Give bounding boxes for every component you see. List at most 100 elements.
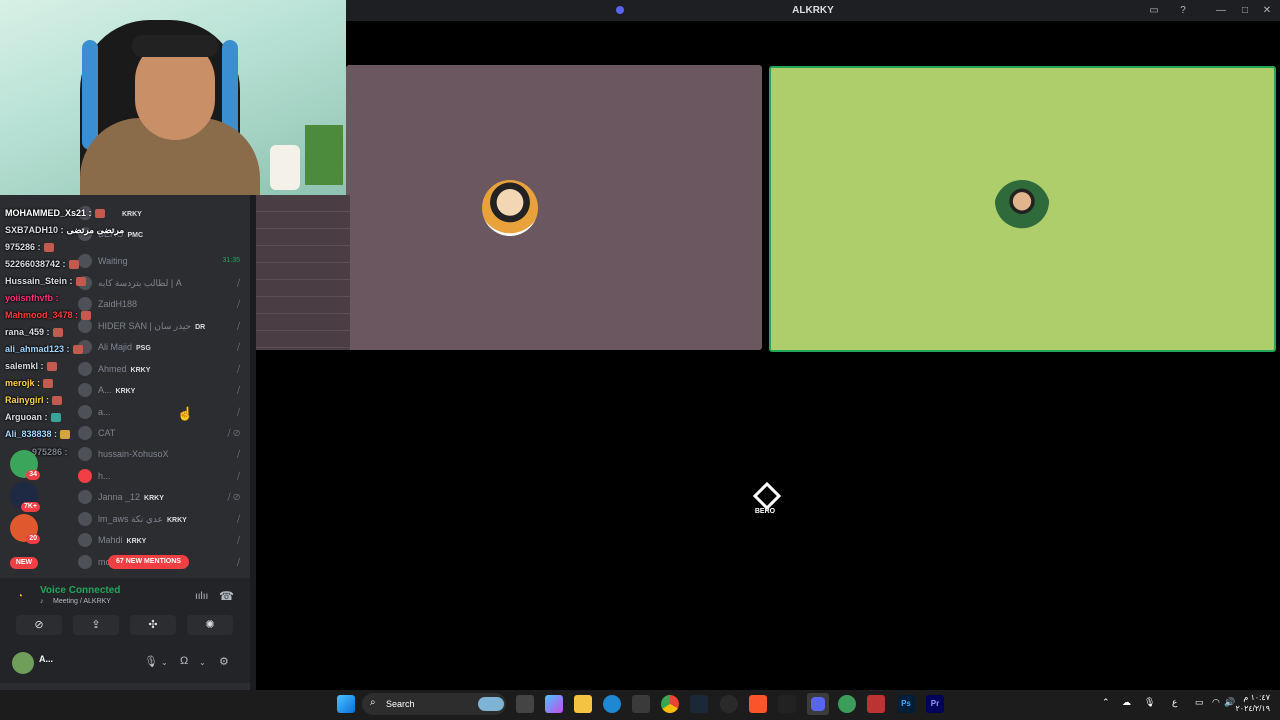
brave-icon[interactable] xyxy=(749,695,767,713)
chat-user: yoiisnfhvfb : xyxy=(5,293,59,303)
gear-icon[interactable]: ⚙ xyxy=(219,655,229,668)
input-language[interactable]: ع xyxy=(1172,697,1177,708)
chat-user: ali_ahmad123 : xyxy=(5,344,70,354)
emote-icon xyxy=(94,209,105,219)
shelf-box xyxy=(305,125,343,185)
clock-time[interactable]: ١٠:٤٧ م xyxy=(1238,693,1270,702)
file-explorer-icon[interactable] xyxy=(574,695,592,713)
chevron-down-icon[interactable]: ⌄ xyxy=(161,658,168,667)
connection-signal-icon[interactable]: ◔ xyxy=(17,591,23,602)
photoshop-icon[interactable]: Ps xyxy=(897,695,915,713)
user-avatar xyxy=(78,555,92,569)
wifi-icon[interactable]: ◠ xyxy=(1212,697,1220,708)
display-icon[interactable]: ▭ xyxy=(1195,697,1204,708)
member-name: lm_aws عدي نكة xyxy=(98,514,163,524)
unread-badge: 34 xyxy=(26,470,40,480)
member-name: h... xyxy=(98,471,111,481)
activities-button[interactable]: ✣ xyxy=(130,615,176,635)
deafened-icon: ⧸ xyxy=(236,449,240,459)
steam-icon[interactable] xyxy=(690,695,708,713)
member-name: ZaidH188 xyxy=(98,299,138,309)
settings-app-icon[interactable] xyxy=(720,695,738,713)
emote-icon xyxy=(81,311,92,321)
voice-member-row[interactable]: Ahmed KRKY ⧸ xyxy=(78,359,250,379)
member-badge: PSG xyxy=(136,345,151,352)
microphone-tray-icon[interactable]: 🎙 xyxy=(1144,697,1155,708)
chat-message: Mahmood_3478 : xyxy=(5,309,92,321)
user-name[interactable]: A... xyxy=(39,654,53,664)
x-app-icon[interactable] xyxy=(778,695,796,713)
start-icon[interactable] xyxy=(337,695,355,713)
screen-share-button[interactable]: ⇪ xyxy=(73,615,119,635)
voice-member-row[interactable]: A... KRKY ⧸ xyxy=(78,380,250,400)
chatgpt-icon[interactable] xyxy=(838,695,856,713)
camera-off-button[interactable]: ⊘ xyxy=(16,615,62,635)
server-icon[interactable]: 7K+ xyxy=(10,482,40,512)
user-avatar xyxy=(78,362,92,376)
chat-message: Arguoan : xyxy=(5,411,61,423)
emote-icon xyxy=(50,413,61,423)
disconnect-icon[interactable]: ☎ xyxy=(219,589,234,603)
chat-user: Hussain_Stein : xyxy=(5,276,73,286)
emote-icon xyxy=(43,243,54,253)
voice-member-row[interactable]: h... ⧸ xyxy=(78,466,250,486)
muted-deafened-icon: ⧸ ⊘ xyxy=(227,428,240,438)
mug xyxy=(270,145,300,190)
new-unreads-pill[interactable]: NEW xyxy=(10,557,38,569)
chat-message: Rainygirl : xyxy=(5,394,63,406)
user-avatar xyxy=(78,383,92,397)
close-button[interactable]: ✕ xyxy=(1254,0,1280,21)
headphones-icon[interactable]: Ω xyxy=(180,655,188,667)
chat-message: 52266038742 : xyxy=(5,258,79,270)
help-icon[interactable]: ? xyxy=(1170,0,1196,21)
store-icon[interactable] xyxy=(632,695,650,713)
soundboard-button[interactable]: ✺ xyxy=(187,615,233,635)
chat-user: 975286 : xyxy=(32,447,68,457)
voice-member-row[interactable]: lm_aws عدي نكة KRKY ⧸ xyxy=(78,509,250,529)
minimize-button[interactable]: — xyxy=(1208,0,1234,21)
member-name: Ali Majid xyxy=(98,342,133,352)
voice-member-row[interactable]: hussain-XohusoX ⧸ xyxy=(78,444,250,464)
chat-text: مرتضى مرتضى xyxy=(66,225,125,235)
participant-tile[interactable] xyxy=(346,65,762,350)
discord-active-icon[interactable] xyxy=(807,693,829,715)
chat-message: rana_459 : xyxy=(5,326,63,338)
member-name: Janna _12 xyxy=(98,492,141,502)
chat-message: ali_ahmad123 : xyxy=(5,343,83,355)
voice-member-row[interactable]: Mahdi KRKY ⧸ xyxy=(78,530,250,550)
voice-member-row[interactable]: Janna _12 KRKY ⧸ ⊘ xyxy=(78,487,250,507)
cloud-icon[interactable]: ☁ xyxy=(1122,697,1131,708)
chrome-icon[interactable] xyxy=(661,695,679,713)
premiere-icon[interactable]: Pr xyxy=(926,695,944,713)
headband xyxy=(132,35,218,57)
voice-member-row[interactable]: CAT ⧸ ⊘ xyxy=(78,423,250,443)
copilot-icon[interactable] xyxy=(545,695,563,713)
noise-suppression-icon[interactable]: ıılıı xyxy=(195,591,208,602)
inbox-icon[interactable]: ▭ xyxy=(1141,0,1167,21)
clock-date[interactable]: ٢٠٢٤/٢/١٩ xyxy=(1230,704,1270,713)
snipping-tool-icon[interactable] xyxy=(867,695,885,713)
voice-member-row[interactable]: Ali Majid PSG ⧸ xyxy=(78,337,250,357)
chevron-up-icon[interactable]: ⌃ xyxy=(1102,697,1110,708)
voice-member-row[interactable]: a... ⧸ xyxy=(78,402,250,422)
stage-divider-panel xyxy=(256,195,350,350)
voice-member-row[interactable]: HIDER SAN | حيدر سان DR ⧸ xyxy=(78,316,250,336)
voice-member-row[interactable]: ZaidH188 ⧸ xyxy=(78,294,250,314)
voice-member-row[interactable]: لطالب بتردسة كابه | A ⧸ xyxy=(78,273,250,293)
voice-member-row[interactable]: Waiting 31:35 xyxy=(78,251,250,271)
edge-icon[interactable] xyxy=(603,695,621,713)
muted-deafened-icon: ⧸ ⊘ xyxy=(227,492,240,502)
chevron-down-icon[interactable]: ⌄ xyxy=(199,658,206,667)
new-mentions-pill[interactable]: 67 NEW MENTIONS xyxy=(108,555,189,569)
chat-message: yoiisnfhvfb : xyxy=(5,292,59,304)
voice-status[interactable]: Voice Connected xyxy=(40,585,120,596)
voice-channel-name[interactable]: Meeting / ALKRKY xyxy=(53,598,111,605)
emote-icon xyxy=(46,362,57,372)
task-view-icon[interactable] xyxy=(516,695,534,713)
member-badge: KRKY xyxy=(130,367,151,374)
server-icon[interactable]: 34 xyxy=(10,450,40,480)
avatar[interactable] xyxy=(12,652,34,674)
server-icon[interactable]: 20 xyxy=(10,514,40,544)
microphone-icon[interactable]: 🎙 xyxy=(144,655,158,668)
member-badge: DR xyxy=(195,324,206,331)
